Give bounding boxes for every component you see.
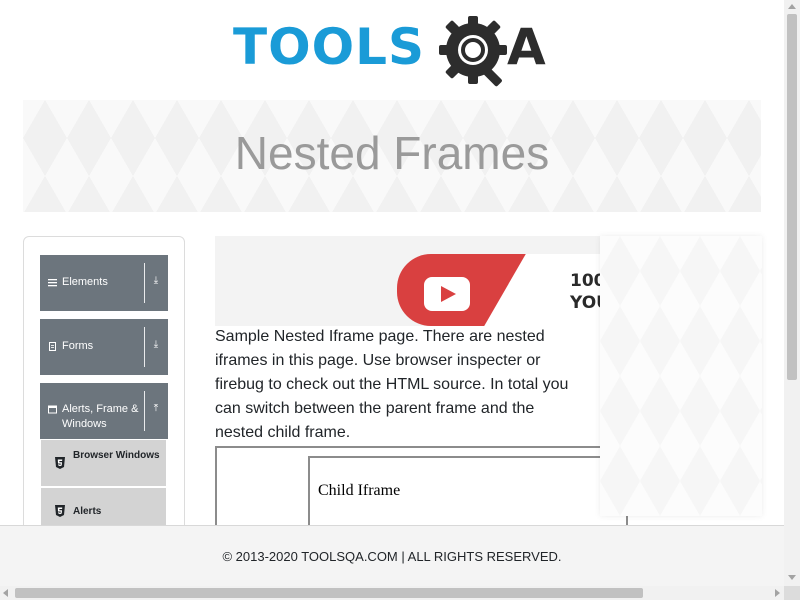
sidebar-group-alerts-frame-windows[interactable]: Alerts, Frame & Windows ⤒	[40, 383, 168, 439]
sidebar-item-label: Alerts	[73, 506, 102, 517]
html5-icon	[55, 505, 65, 517]
sidebar-group-forms[interactable]: Forms ⤓	[40, 319, 168, 375]
ad-panel[interactable]	[600, 236, 762, 516]
footer: © 2013-2020 TOOLSQA.COM | ALL RIGHTS RES…	[0, 525, 784, 586]
scrollbar-corner	[784, 586, 800, 600]
toolsqa-logo[interactable]: TOOLS A	[233, 14, 558, 90]
form-icon	[49, 342, 56, 351]
logo-a-text: A	[507, 18, 546, 76]
divider	[144, 327, 145, 367]
collapse-arrow-icon[interactable]: ⤒	[150, 403, 162, 419]
page-banner: Nested Frames	[23, 100, 761, 212]
youtube-banner[interactable]: 100 YOUTUBE	[215, 236, 610, 326]
html5-icon	[55, 457, 65, 469]
expand-arrow-icon[interactable]: ⤓	[150, 339, 162, 355]
hamburger-icon	[48, 279, 57, 287]
scroll-up-arrow-icon[interactable]	[788, 4, 796, 9]
sidebar-group-label: Elements	[62, 276, 108, 288]
horizontal-scroll-thumb[interactable]	[15, 588, 643, 598]
divider	[144, 263, 145, 303]
sidebar: Elements ⤓ Forms ⤓ Alerts, Frame & Windo…	[23, 236, 185, 536]
logo-tools-text: TOOLS	[233, 18, 425, 76]
sidebar-group-elements[interactable]: Elements ⤓	[40, 255, 168, 311]
vertical-scroll-thumb[interactable]	[787, 14, 797, 380]
scroll-right-arrow-icon[interactable]	[775, 589, 780, 597]
youtube-play-icon	[424, 277, 470, 311]
child-frame-text: Child Iframe	[318, 482, 401, 499]
scroll-left-arrow-icon[interactable]	[3, 589, 8, 597]
horizontal-scrollbar[interactable]	[0, 586, 784, 600]
page-description: Sample Nested Iframe page. There are nes…	[215, 328, 569, 441]
window-icon	[48, 405, 57, 414]
expand-arrow-icon[interactable]: ⤓	[150, 275, 162, 291]
sidebar-item-browser-windows[interactable]: Browser Windows	[41, 440, 166, 486]
sidebar-group-label: Alerts, Frame & Windows	[62, 403, 139, 430]
page-title: Nested Frames	[234, 127, 550, 179]
scroll-down-arrow-icon[interactable]	[788, 575, 796, 580]
sidebar-item-label: Browser Windows	[73, 450, 160, 461]
vertical-scrollbar[interactable]	[784, 0, 800, 586]
sidebar-group-label: Forms	[62, 340, 94, 352]
divider	[144, 391, 145, 431]
copyright-text: © 2013-2020 TOOLSQA.COM | ALL RIGHTS RES…	[222, 549, 562, 564]
